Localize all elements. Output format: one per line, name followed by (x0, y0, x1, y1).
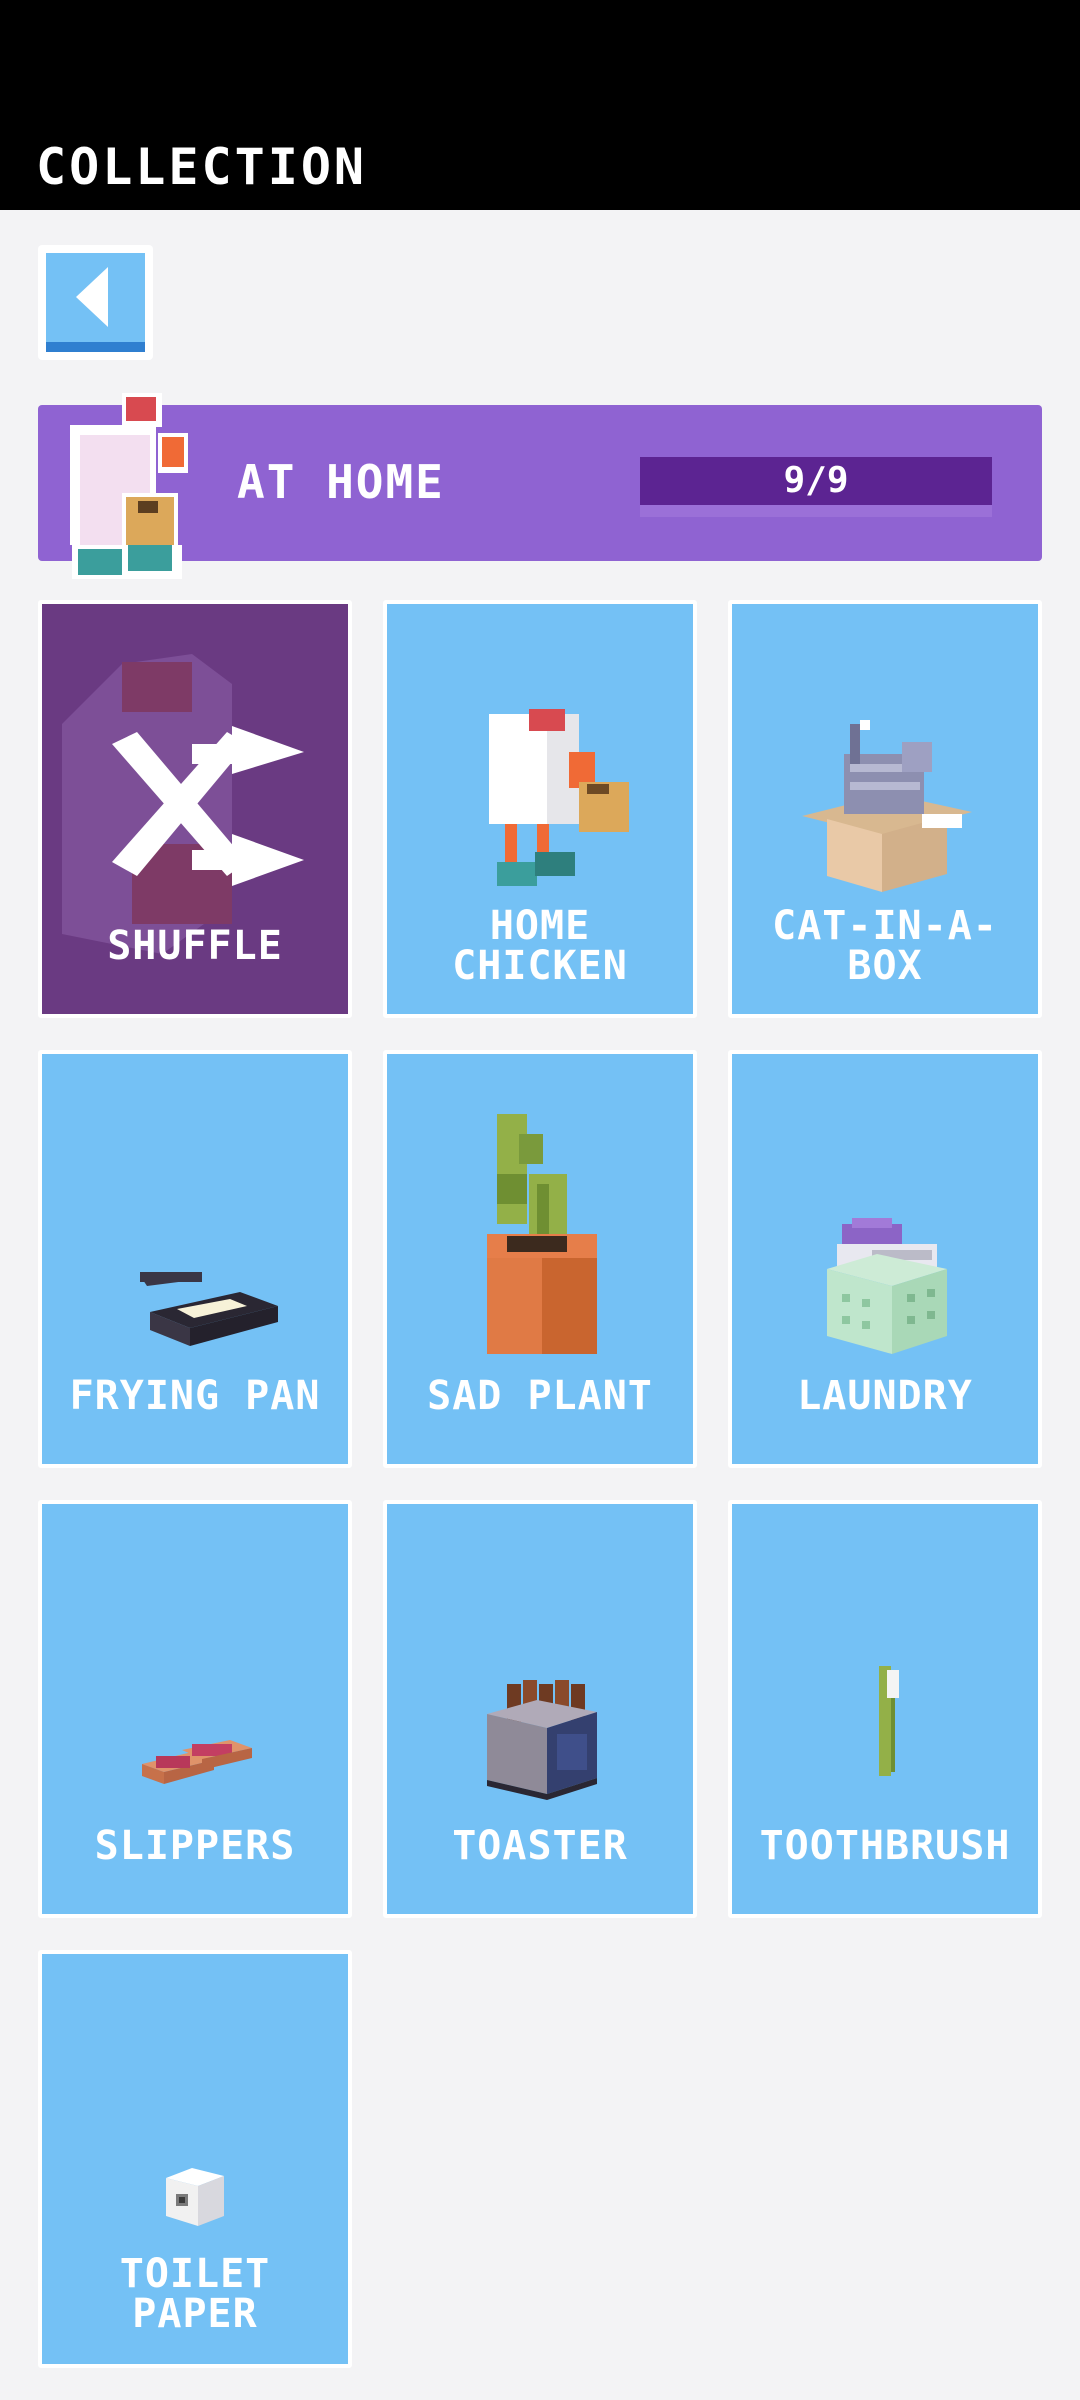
card-home-chicken[interactable]: HOME CHICKEN (383, 600, 697, 1018)
back-arrow-icon (46, 253, 145, 352)
card-label: HOME CHICKEN (452, 903, 628, 989)
card-label: FRYING PAN (69, 1373, 321, 1419)
home-chicken-mascot-icon (70, 393, 188, 579)
card-shuffle[interactable]: SHUFFLE (38, 600, 352, 1018)
progress-text: 9/9 (783, 460, 849, 501)
card-sad-plant[interactable]: SAD PLANT (383, 1050, 697, 1468)
back-button[interactable] (38, 245, 153, 360)
banner-title: AT HOME (237, 455, 445, 509)
card-label: TOOTHBRUSH (759, 1823, 1011, 1869)
card-cat-in-a-box[interactable]: CAT-IN-A- BOX (728, 600, 1042, 1018)
progress-bar: 9/9 (640, 457, 992, 517)
card-label: CAT-IN-A- BOX (772, 903, 998, 989)
card-label: SAD PLANT (427, 1373, 653, 1419)
card-frying-pan[interactable]: FRYING PAN (38, 1050, 352, 1468)
card-laundry[interactable]: LAUNDRY (728, 1050, 1042, 1468)
card-label: LAUNDRY (797, 1373, 973, 1419)
top-bar: COLLECTION (0, 0, 1080, 210)
card-label: SHUFFLE (107, 923, 283, 969)
card-toaster[interactable]: TOASTER (383, 1500, 697, 1918)
page-title: COLLECTION (36, 138, 368, 196)
card-toilet-paper[interactable]: TOILET PAPER (38, 1950, 352, 2368)
card-slippers[interactable]: SLIPPERS (38, 1500, 352, 1918)
card-toothbrush[interactable]: TOOTHBRUSH (728, 1500, 1042, 1918)
card-label: TOILET PAPER (119, 2251, 271, 2337)
card-label: TOASTER (452, 1823, 628, 1869)
card-label: SLIPPERS (94, 1823, 296, 1869)
